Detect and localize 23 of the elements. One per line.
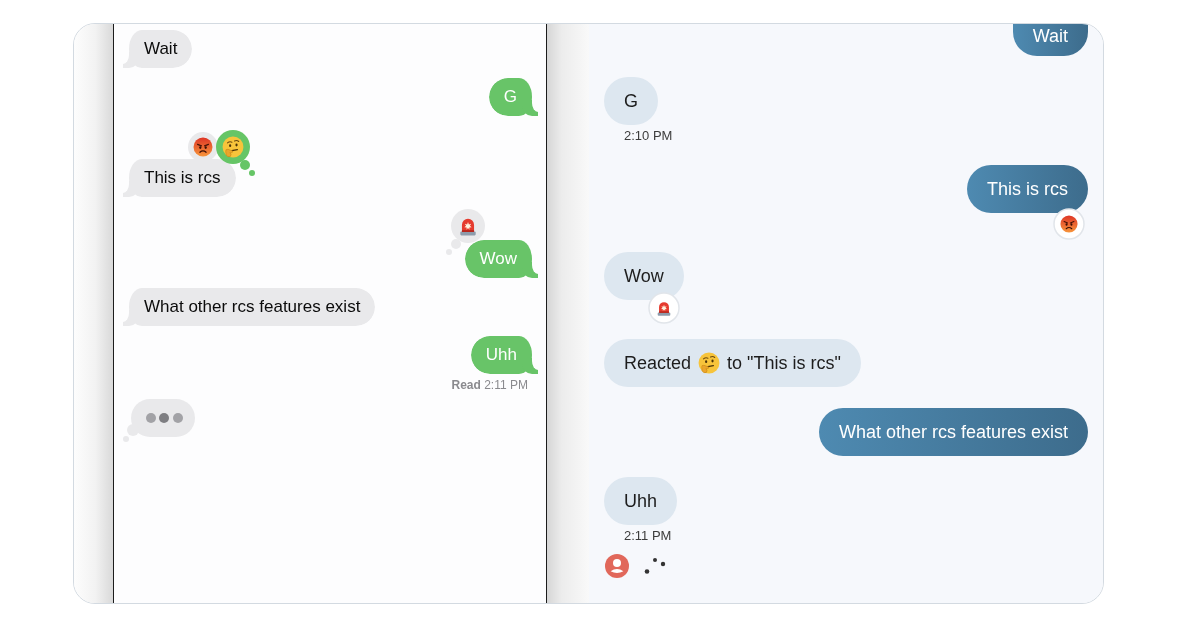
message-bubble: G — [488, 78, 538, 116]
message-bubble: G — [604, 77, 658, 125]
message-text: to "This is rcs" — [727, 352, 841, 375]
message-bubble: This is rcs — [123, 159, 236, 197]
message-bubble: Wait — [1012, 24, 1088, 56]
timestamp: 2:11 PM — [624, 528, 672, 544]
message-bubble: Uhh — [604, 477, 678, 525]
angry-face-icon — [1053, 208, 1085, 240]
typing-indicator-icon — [123, 399, 195, 443]
typing-dots-icon — [644, 557, 666, 575]
message-bubble: Uhh — [470, 336, 538, 374]
message-bubble: What other rcs features exist — [818, 408, 1088, 456]
message-text: Reacted — [624, 352, 692, 375]
read-receipt: Read 2:11 PM — [451, 378, 528, 392]
message-bubble: Wow — [604, 252, 684, 300]
avatar-icon — [605, 554, 629, 578]
siren-icon — [647, 292, 680, 324]
thinking-face-icon — [698, 352, 721, 374]
message-bubble: Wait — [123, 30, 193, 68]
timestamp: 2:10 PM — [624, 128, 673, 144]
message-bubble: This is rcs — [967, 165, 1088, 213]
message-bubble: Wow — [464, 240, 538, 278]
message-bubble: What other rcs features exist — [123, 288, 376, 326]
